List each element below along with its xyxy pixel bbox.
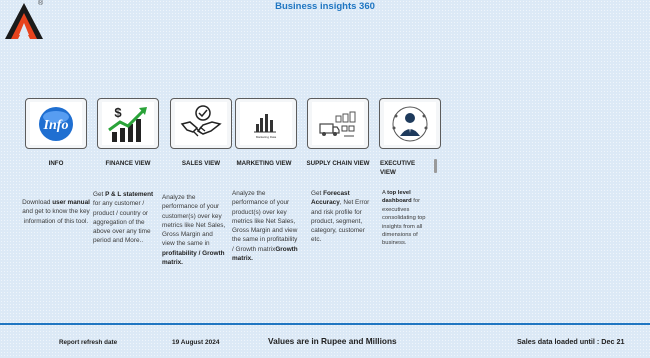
executive-view-card[interactable] [379, 98, 441, 149]
description-segment: Get [311, 190, 324, 197]
page-title: Business insights 360 [275, 1, 375, 12]
description-segment: and get to know the key information of t… [22, 208, 90, 225]
executive-description: A top level dashboard for executives con… [382, 189, 432, 248]
refresh-date-value: 19 August 2024 [172, 339, 220, 346]
finance-description: Get P & L statement for any customer / p… [93, 190, 159, 246]
description-segment: Analyze the performance of your customer… [162, 194, 226, 248]
refresh-date-label: Report refresh date [59, 339, 118, 346]
sales-view-label: SALES VIEW [181, 160, 221, 167]
sales-data-loaded: Sales data loaded until : Dec 21 [517, 337, 625, 346]
marketing-description: Analyze the performance of your product(… [232, 189, 298, 263]
description-segment: top level dashboard [382, 190, 412, 205]
description-segment: for executives consolidating top insight… [382, 198, 426, 247]
description-segment: P & L statement [105, 191, 154, 198]
info-icon: Info [39, 106, 73, 141]
finance-growth-icon: $ [108, 105, 147, 142]
sales-description: Analyze the performance of your customer… [162, 193, 226, 267]
info-description: Download user manual and get to know the… [20, 198, 92, 226]
executive-view-label: EXECUTIVE VIEW [380, 160, 416, 176]
description-segment: for any customer / product / country or … [93, 200, 151, 245]
finance-view-label: FINANCE VIEW [105, 160, 151, 167]
supply-chain-description: Get Forecast Accuracy, Net Error and ris… [311, 189, 375, 245]
description-segment: Download [22, 199, 53, 206]
info-label: INFO [48, 160, 64, 167]
marketing-view-card[interactable]: Marketing Data [235, 98, 297, 149]
currency-note: Values are in Rupee and Millions [268, 336, 397, 346]
description-segment: Get [93, 191, 106, 198]
marketing-chart-icon: Marketing Data [254, 113, 277, 139]
description-segment: Analyze the performance of your product(… [232, 190, 298, 253]
footer-divider [0, 323, 650, 325]
svg-text:$: $ [114, 105, 122, 120]
handshake-icon [180, 104, 222, 136]
description-segment: profitability / Growth matrix. [162, 249, 225, 266]
info-card[interactable]: Info [25, 98, 87, 149]
sales-view-card[interactable] [170, 98, 232, 149]
scrollbar-thumb[interactable] [434, 159, 437, 173]
executive-person-icon [392, 106, 428, 141]
svg-text:Info: Info [43, 118, 69, 133]
description-segment: user manual [52, 199, 90, 206]
supply-chain-view-label: SUPPLY CHAIN VIEW [306, 160, 370, 167]
marketing-view-label: MARKETING VIEW [236, 160, 292, 167]
supply-chain-icon [319, 111, 356, 136]
supply-chain-view-card[interactable] [307, 98, 369, 149]
svg-text:Marketing Data: Marketing Data [256, 135, 277, 139]
finance-view-card[interactable]: $ [97, 98, 159, 149]
